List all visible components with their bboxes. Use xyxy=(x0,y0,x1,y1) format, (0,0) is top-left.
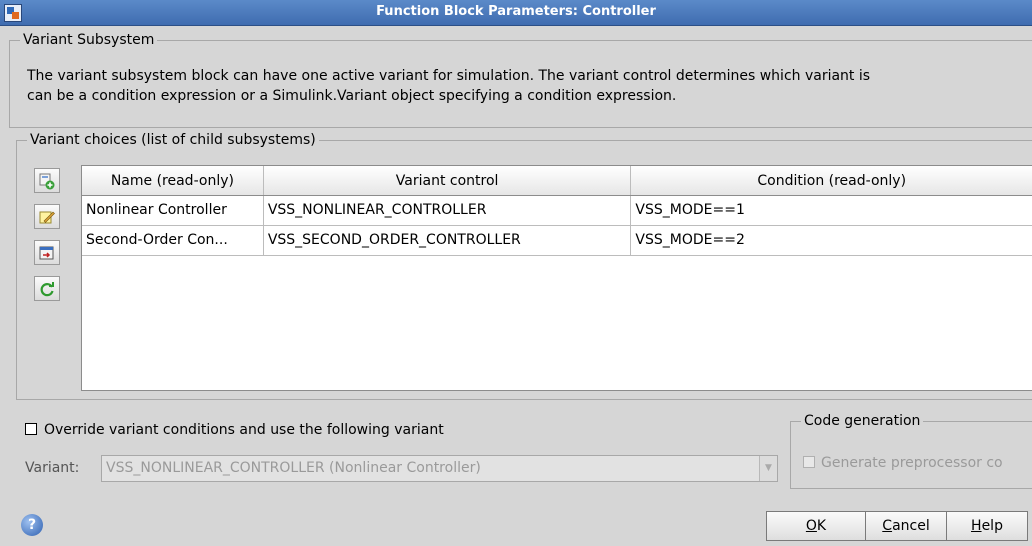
title-bar[interactable]: Function Block Parameters: Controller xyxy=(0,0,1032,26)
variant-choices-table: Name (read-only) Variant control Conditi… xyxy=(81,165,1032,391)
open-choice-button[interactable] xyxy=(34,240,60,265)
cell-name: Second-Order Con... xyxy=(82,226,264,255)
cell-name: Nonlinear Controller xyxy=(82,196,264,225)
column-header-condition[interactable]: Condition (read-only) xyxy=(631,166,1032,195)
help-icon[interactable]: ? xyxy=(21,514,43,536)
edit-choice-button[interactable] xyxy=(34,204,60,229)
add-choice-button[interactable] xyxy=(34,168,60,193)
table-header: Name (read-only) Variant control Conditi… xyxy=(82,166,1032,196)
generate-preprocessor-checkbox[interactable] xyxy=(803,456,815,468)
chevron-down-icon[interactable]: ▼ xyxy=(759,456,777,481)
cell-condition: VSS_MODE==2 xyxy=(635,232,745,248)
open-icon xyxy=(39,246,54,260)
table-row[interactable]: Nonlinear Controller VSS_NONLINEAR_CONTR… xyxy=(82,196,1032,226)
column-header-variant-control[interactable]: Variant control xyxy=(264,166,632,195)
column-header-name[interactable]: Name (read-only) xyxy=(82,166,264,195)
variant-select-value: VSS_NONLINEAR_CONTROLLER (Nonlinear Cont… xyxy=(106,460,481,476)
ok-button[interactable]: OK xyxy=(766,511,866,541)
override-label: Override variant conditions and use the … xyxy=(44,422,444,438)
cancel-button[interactable]: Cancel xyxy=(865,511,947,541)
cell-variant-control[interactable]: VSS_NONLINEAR_CONTROLLER xyxy=(264,196,632,225)
variant-choices-legend: Variant choices (list of child subsystem… xyxy=(30,132,316,148)
table-row[interactable]: Second-Order Con... VSS_SECOND_ORDER_CON… xyxy=(82,226,1032,256)
description-text: The variant subsystem block can have one… xyxy=(27,66,1027,106)
refresh-button[interactable] xyxy=(34,276,60,301)
description-line-1: The variant subsystem block can have one… xyxy=(27,68,871,84)
choices-toolbar xyxy=(34,168,70,312)
description-line-2: can be a condition expression or a Simul… xyxy=(27,88,677,104)
code-generation-legend: Code generation xyxy=(804,413,921,429)
variant-label: Variant: xyxy=(25,460,80,476)
override-checkbox[interactable] xyxy=(25,423,37,435)
add-choice-icon xyxy=(39,173,55,190)
code-generation-group: Code generation xyxy=(790,413,1032,489)
refresh-icon xyxy=(40,282,54,297)
variant-select[interactable]: VSS_NONLINEAR_CONTROLLER (Nonlinear Cont… xyxy=(101,455,778,482)
help-button[interactable]: Help xyxy=(946,511,1028,541)
generate-preprocessor-label: Generate preprocessor co xyxy=(821,455,1003,471)
cell-condition: VSS_MODE==1 xyxy=(635,202,745,218)
window-title: Function Block Parameters: Controller xyxy=(376,4,656,19)
generate-preprocessor-option[interactable]: Generate preprocessor co xyxy=(803,455,1003,471)
cell-variant-control[interactable]: VSS_SECOND_ORDER_CONTROLLER xyxy=(264,226,632,255)
override-option[interactable]: Override variant conditions and use the … xyxy=(25,422,444,438)
edit-icon xyxy=(39,211,55,224)
variant-subsystem-legend: Variant Subsystem xyxy=(23,32,155,48)
